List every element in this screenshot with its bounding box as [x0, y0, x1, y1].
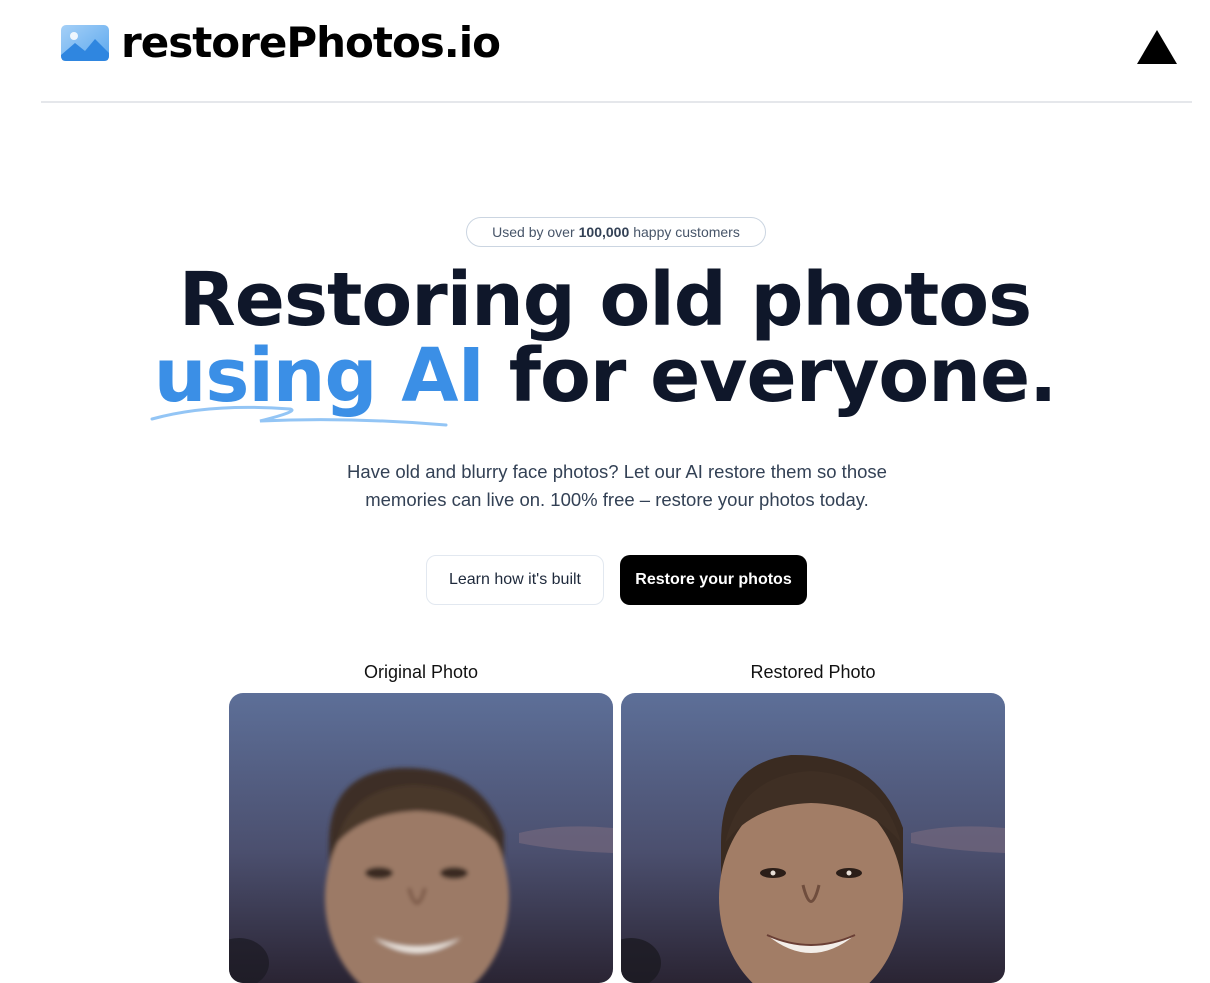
restored-photo-label: Restored Photo — [750, 662, 876, 682]
customers-badge: Used by over 100,000 happy customers — [466, 217, 766, 247]
logo-link[interactable]: restorePhotos.io — [61, 18, 501, 68]
site-header: restorePhotos.io — [41, 0, 1192, 103]
restore-photos-button[interactable]: Restore your photos — [620, 555, 807, 605]
hero-title: Restoring old photos using AI for everyo… — [0, 262, 1210, 427]
logo-text: restorePhotos.io — [121, 18, 501, 67]
learn-how-button[interactable]: Learn how it's built — [426, 555, 604, 605]
badge-count: 100,000 — [578, 224, 630, 240]
vercel-triangle-icon[interactable] — [1136, 28, 1178, 66]
hero-title-rest: for everyone. — [508, 333, 1057, 419]
restored-photo — [621, 693, 1005, 983]
original-photo-label: Original Photo — [363, 662, 479, 682]
restored-photo-image — [621, 693, 1005, 983]
original-photo — [229, 693, 613, 983]
photo-icon — [61, 25, 109, 61]
hero-title-line1: Restoring old photos — [178, 257, 1032, 343]
original-photo-image — [229, 693, 613, 983]
hero-title-accent: using AI — [150, 333, 485, 427]
badge-suffix: happy customers — [633, 224, 740, 240]
hero-subtitle: Have old and blurry face photos? Let our… — [347, 461, 887, 510]
badge-prefix: Used by over — [492, 224, 575, 240]
underline-squiggle — [150, 405, 448, 427]
